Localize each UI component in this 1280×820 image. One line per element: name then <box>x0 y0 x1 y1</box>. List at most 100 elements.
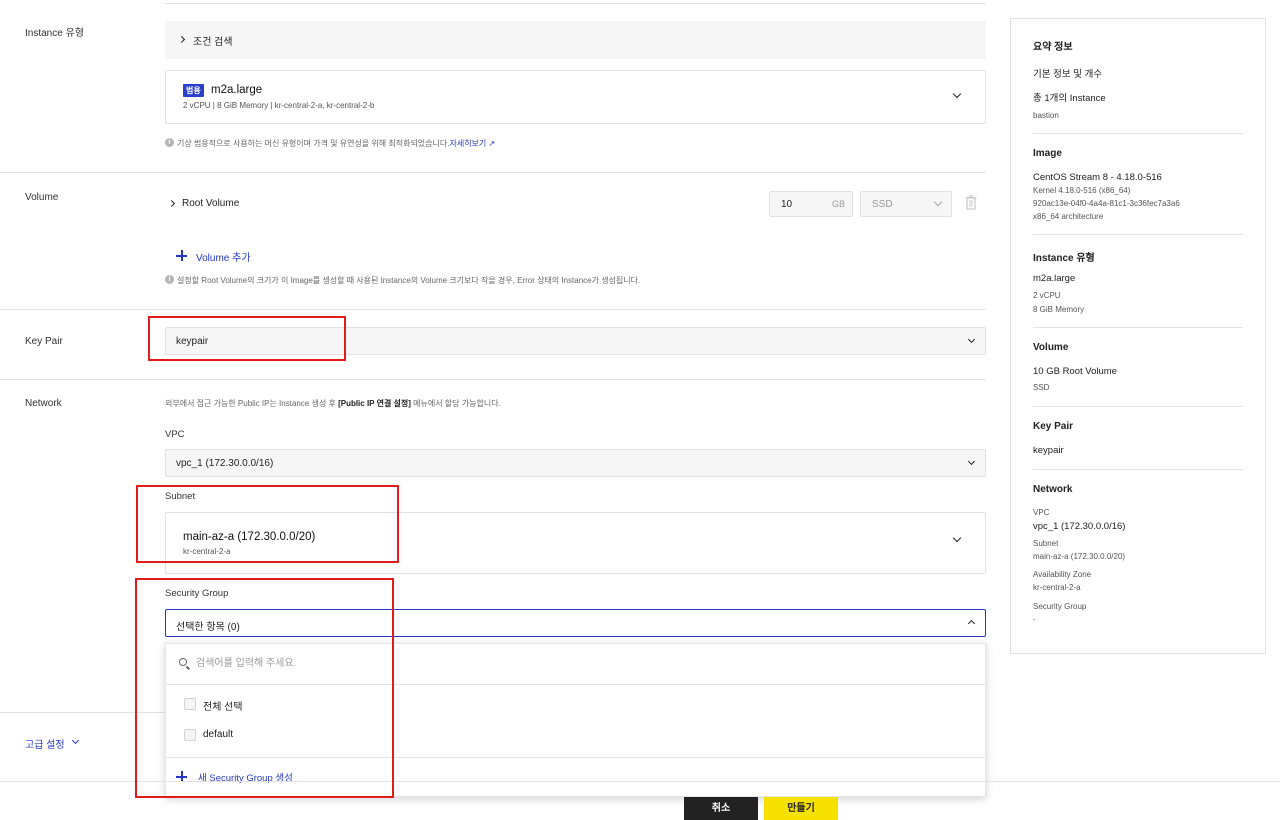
summary-image-arch: x86_64 architecture <box>1033 212 1104 221</box>
section-divider <box>0 309 986 310</box>
root-volume-label: Root Volume <box>182 198 240 209</box>
external-link-icon: ↗ <box>486 139 496 148</box>
instance-type-detail: 2 vCPU | 8 GiB Memory | kr-central-2-a, … <box>183 101 375 110</box>
summary-panel: 요약 정보 기본 정보 및 개수 총 1개의 Instance bastion … <box>1010 18 1266 654</box>
volume-note: 설정할 Root Volume의 크기가 이 Image를 생성할 때 사용된 … <box>177 276 641 285</box>
top-divider <box>165 3 986 4</box>
summary-az-value: kr-central-2-a <box>1033 583 1081 592</box>
summary-type-title: Instance 유형 <box>1033 253 1095 264</box>
chevron-down-icon <box>952 89 962 99</box>
network-label: Network <box>25 398 62 409</box>
summary-volume-title: Volume <box>1033 342 1069 353</box>
summary-subnet-value: main-az-a (172.30.0.0/20) <box>1033 552 1126 561</box>
dropdown-divider <box>166 684 985 685</box>
volume-type-value: SSD <box>872 199 893 210</box>
advanced-settings-label: 고급 설정 <box>25 740 65 751</box>
key-pair-value: keypair <box>176 336 209 347</box>
summary-title: 요약 정보 <box>1033 42 1073 53</box>
summary-vpc-value: vpc_1 (172.30.0.0/16) <box>1033 521 1126 532</box>
summary-image-title: Image <box>1033 148 1062 159</box>
add-volume-button[interactable]: Volume 추가 <box>176 249 276 264</box>
checkbox[interactable] <box>184 729 196 741</box>
security-group-search-input[interactable] <box>196 656 956 670</box>
summary-divider <box>1033 234 1243 235</box>
summary-volume-type: SSD <box>1033 383 1050 392</box>
cancel-button[interactable]: 취소 <box>684 797 758 820</box>
details-link[interactable]: 자세히보기 <box>449 139 486 148</box>
summary-az-label: Availability Zone <box>1033 570 1092 579</box>
create-button[interactable]: 만들기 <box>764 797 838 820</box>
volume-size-value: 10 <box>781 199 793 210</box>
info-icon: i <box>165 275 174 284</box>
summary-keypair-value: keypair <box>1033 445 1064 456</box>
instance-type-select[interactable]: 범용 m2a.large 2 vCPU | 8 GiB Memory | kr-… <box>165 70 986 124</box>
instance-type-label: Instance 유형 <box>25 28 84 39</box>
summary-keypair-title: Key Pair <box>1033 421 1074 432</box>
chevron-down-icon <box>71 736 80 745</box>
section-divider <box>0 379 986 380</box>
summary-vpc-label: VPC <box>1033 508 1050 517</box>
volume-label: Volume <box>25 192 59 203</box>
subnet-select[interactable]: main-az-a (172.30.0.0/20) kr-central-2-a <box>165 512 986 574</box>
section-divider <box>0 172 986 173</box>
security-group-value: 선택한 항목 (0) <box>176 622 240 633</box>
summary-sg-value: - <box>1033 615 1036 624</box>
summary-network-title: Network <box>1033 484 1073 495</box>
volume-size-input[interactable]: 10 GB <box>769 191 853 217</box>
chevron-right-icon[interactable] <box>167 199 176 208</box>
security-group-label: Security Group <box>165 588 229 599</box>
summary-type-name: m2a.large <box>1033 273 1076 284</box>
summary-divider <box>1033 133 1243 134</box>
summary-sg-label: Security Group <box>1033 602 1087 611</box>
type-badge: 범용 <box>183 84 204 97</box>
summary-divider <box>1033 406 1243 407</box>
add-volume-label: Volume 추가 <box>196 253 251 264</box>
filter-search-label: 조건 검색 <box>193 37 233 48</box>
summary-image-name: CentOS Stream 8 - 4.18.0-516 <box>1033 172 1162 183</box>
summary-subnet-label: Subnet <box>1033 539 1059 548</box>
summary-image-kernel: Kernel 4.18.0-516 (x86_64) <box>1033 186 1131 195</box>
summary-divider <box>1033 327 1243 328</box>
summary-instance-count: 총 1개의 Instance <box>1033 93 1106 104</box>
vpc-select[interactable]: vpc_1 (172.30.0.0/16) <box>165 449 986 477</box>
volume-type-select[interactable]: SSD <box>860 191 952 217</box>
sg-option-label: 전체 선택 <box>203 702 243 713</box>
dropdown-divider <box>166 757 985 758</box>
summary-basic-label: 기본 정보 및 개수 <box>1033 69 1103 80</box>
instance-type-name: m2a.large <box>211 84 263 96</box>
vpc-value: vpc_1 (172.30.0.0/16) <box>176 458 274 469</box>
plus-icon <box>176 250 187 261</box>
chevron-down-icon <box>967 335 976 344</box>
checkbox[interactable] <box>184 698 196 710</box>
chevron-down-icon <box>933 197 943 207</box>
chevron-down-icon <box>967 457 976 466</box>
volume-size-unit: GB <box>832 199 846 209</box>
chevron-down-icon <box>952 533 962 543</box>
footer-divider <box>0 781 1280 782</box>
key-pair-label: Key Pair <box>25 336 63 347</box>
chevron-up-icon <box>967 619 976 628</box>
summary-divider <box>1033 469 1243 470</box>
sg-option-default[interactable]: default <box>184 727 384 745</box>
sg-option-select-all[interactable]: 전체 선택 <box>184 696 384 714</box>
advanced-settings-toggle[interactable]: 고급 설정 <box>25 736 85 751</box>
summary-instance-name: bastion <box>1033 111 1059 120</box>
filter-search-toggle[interactable]: 조건 검색 <box>165 21 986 59</box>
subnet-zone: kr-central-2-a <box>183 547 231 556</box>
sg-option-label: default <box>203 729 234 740</box>
summary-type-mem: 8 GiB Memory <box>1033 305 1085 314</box>
summary-image-id: 920ac13e-04f0-4a4a-81c1-3c36fec7a3a6 <box>1033 199 1180 208</box>
info-icon: i <box>165 138 174 147</box>
security-group-dropdown: 전체 선택 default 새 Security Group 생성 <box>165 643 986 797</box>
subnet-label: Subnet <box>165 491 196 502</box>
instance-type-note: 기상 범용적으로 사용하는 머신 유형이며 가격 및 유연성을 위해 최적화되었… <box>177 139 496 148</box>
subnet-value: main-az-a (172.30.0.0/20) <box>183 531 316 543</box>
key-pair-select[interactable]: keypair <box>165 327 986 355</box>
vpc-label: VPC <box>165 429 185 440</box>
summary-type-cpu: 2 vCPU <box>1033 291 1061 300</box>
network-note: 외부에서 접근 가능한 Public IP는 Instance 생성 후 [Pu… <box>165 399 501 408</box>
trash-icon[interactable] <box>965 195 977 210</box>
summary-volume-value: 10 GB Root Volume <box>1033 366 1117 377</box>
chevron-right-icon <box>177 35 186 44</box>
security-group-select[interactable]: 선택한 항목 (0) <box>165 609 986 637</box>
